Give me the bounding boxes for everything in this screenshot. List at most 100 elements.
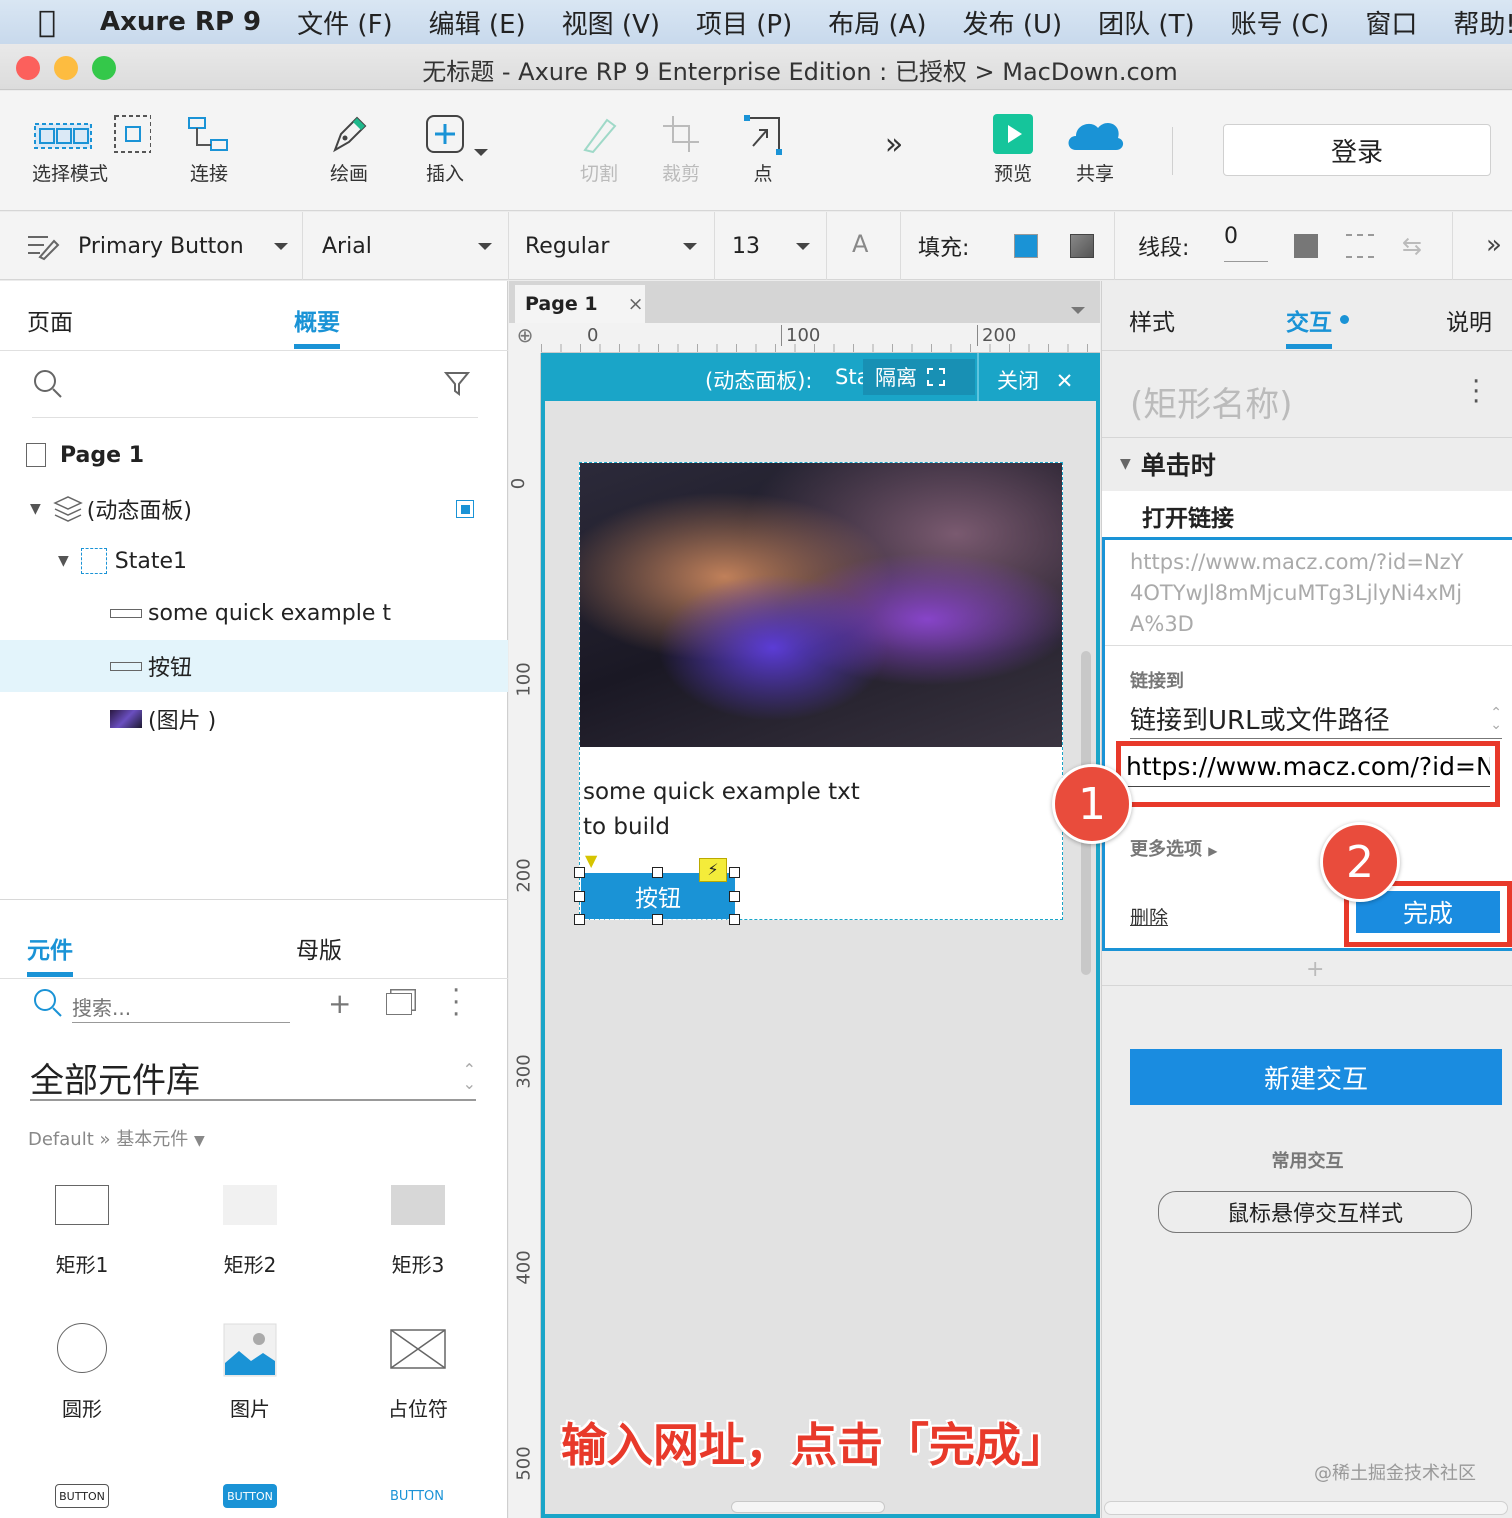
point-tool[interactable]: 点 (732, 109, 794, 186)
tab-style[interactable]: 样式 (1129, 303, 1175, 337)
apple-icon[interactable]:  (0, 5, 82, 40)
more-tools-button[interactable]: » (872, 127, 916, 162)
select-mode-tool[interactable]: 选择模式 (22, 109, 158, 186)
add-action-icon[interactable]: + (1306, 957, 1324, 982)
font-size-select[interactable]: 13 (732, 212, 810, 280)
tree-item-state1[interactable]: ▼ State1 (0, 535, 508, 587)
tree-item-page1[interactable]: Page 1 (0, 429, 508, 481)
link-target-select[interactable]: 链接到URL或文件路径 ⌃ ⌄ (1130, 699, 1502, 739)
shape-name-field[interactable]: (矩形名称) (1130, 377, 1293, 426)
resize-handle[interactable] (574, 891, 585, 902)
horizontal-scrollbar[interactable] (1104, 1501, 1508, 1515)
new-interaction-button[interactable]: 新建交互 (1130, 1049, 1502, 1105)
action-title[interactable]: 打开链接 (1142, 499, 1234, 533)
widget-button[interactable]: BUTTON (55, 1484, 109, 1508)
card-text[interactable]: some quick example txt to build (583, 775, 860, 845)
search-icon[interactable] (32, 987, 64, 1019)
resize-handle[interactable] (729, 914, 740, 925)
cut-tool[interactable]: 切割 (568, 109, 630, 186)
menu-edit[interactable]: 编辑 (E) (411, 4, 544, 41)
draw-tool[interactable]: 绘画 (318, 109, 380, 186)
close-window-button[interactable] (16, 56, 40, 80)
preview-tool[interactable]: 预览 (982, 109, 1044, 186)
horizontal-scrollbar[interactable] (731, 1501, 885, 1513)
menu-view[interactable]: 视图 (V) (544, 4, 678, 41)
search-icon[interactable] (32, 368, 64, 400)
tree-item-dynamic-panel[interactable]: ▼ (动态面板) (0, 483, 508, 535)
delete-link[interactable]: 删除 (1130, 903, 1168, 930)
card-image[interactable] (580, 463, 1062, 747)
menu-window[interactable]: 窗口 (1347, 4, 1435, 41)
state-icon (80, 548, 107, 574)
tree-item-button[interactable]: 按钮 (0, 640, 508, 692)
tab-widgets[interactable]: 元件 (27, 931, 73, 977)
font-family-select[interactable]: Arial (322, 212, 492, 280)
tab-label: Page 1 (525, 293, 598, 315)
tab-notes[interactable]: 说明 (1446, 303, 1492, 337)
close-panel-button[interactable]: 关闭 ✕ (997, 365, 1073, 395)
tab-masters[interactable]: 母版 (296, 931, 342, 965)
resize-handle[interactable] (652, 914, 663, 925)
resize-handle[interactable] (574, 867, 585, 878)
shadow-swatch[interactable] (1070, 234, 1094, 258)
line-color-swatch[interactable] (1294, 234, 1318, 258)
widget-search-input[interactable] (72, 993, 290, 1023)
tab-pages[interactable]: 页面 (27, 303, 73, 337)
font-color-button[interactable]: A (852, 212, 868, 280)
menu-project[interactable]: 项目 (P) (678, 4, 810, 41)
font-weight-select[interactable]: Regular (525, 212, 697, 280)
library-breadcrumb[interactable]: Default » 基本元件 ▼ (28, 1125, 205, 1151)
arrow-style-icon[interactable]: ⇆ (1402, 232, 1422, 260)
filter-icon[interactable] (444, 370, 474, 398)
panel-state-select[interactable]: State1 (835, 365, 863, 389)
tab-page1[interactable]: Page 1 × (515, 285, 645, 323)
tree-item-text[interactable]: some quick example t (0, 587, 508, 639)
menu-help[interactable]: 帮助! (1435, 4, 1512, 41)
insert-tool[interactable]: 插入 (414, 109, 476, 186)
menu-file[interactable]: 文件 (F) (279, 4, 411, 41)
connect-tool[interactable]: 连接 (178, 109, 240, 186)
hover-style-button[interactable]: 鼠标悬停交互样式 (1158, 1191, 1472, 1233)
more-menu-icon[interactable]: · · · (452, 978, 460, 1028)
fill-color-swatch[interactable] (1014, 234, 1038, 258)
more-style-icon[interactable]: » (1486, 230, 1502, 260)
collapse-arrow-icon[interactable]: ▼ (30, 501, 41, 517)
more-menu-icon[interactable]: · · · (1472, 369, 1480, 415)
insert-dropdown-icon[interactable] (474, 141, 488, 160)
add-library-icon[interactable]: + (328, 987, 351, 1020)
more-options-link[interactable]: 更多选项 ▶ (1130, 835, 1218, 861)
style-selector[interactable]: Primary Button (26, 212, 288, 280)
widget-primary-button[interactable]: BUTTON (223, 1484, 277, 1508)
tab-interactions[interactable]: 交互 (1286, 303, 1332, 349)
menu-publish[interactable]: 发布 (U) (945, 4, 1081, 41)
app-menu[interactable]: Axure RP 9 (82, 7, 279, 37)
collapse-arrow-icon[interactable]: ▼ (1120, 456, 1131, 472)
minimize-window-button[interactable] (54, 56, 78, 80)
panel-visibility-icon[interactable] (456, 500, 474, 518)
tree-item-image[interactable]: (图片 ) (0, 693, 508, 745)
menu-layout[interactable]: 布局 (A) (810, 4, 944, 41)
library-select[interactable]: 全部元件库 ⌃ ⌄ (30, 1055, 476, 1101)
resize-handle[interactable] (729, 891, 740, 902)
ruler-corner[interactable]: ⊕ (509, 323, 541, 353)
lightning-icon[interactable]: ⚡ (699, 858, 727, 882)
resize-handle[interactable] (574, 914, 585, 925)
collapse-arrow-icon[interactable]: ▼ (58, 553, 69, 569)
line-pattern-icon[interactable] (1346, 234, 1374, 258)
tab-outline[interactable]: 概要 (294, 303, 340, 349)
close-tab-icon[interactable]: × (628, 293, 644, 315)
isolate-button[interactable]: 隔离 (863, 359, 975, 395)
resize-handle[interactable] (652, 867, 663, 878)
tabs-dropdown-icon[interactable] (1071, 299, 1085, 318)
resize-handle[interactable] (729, 867, 740, 878)
zoom-window-button[interactable] (92, 56, 116, 80)
share-tool[interactable]: 共享 (1062, 109, 1128, 186)
crop-tool[interactable]: 裁剪 (650, 109, 712, 186)
library-options-icon[interactable] (386, 993, 412, 1015)
login-button[interactable]: 登录 (1223, 124, 1491, 176)
menu-team[interactable]: 团队 (T) (1080, 4, 1212, 41)
menu-account[interactable]: 账号 (C) (1213, 4, 1348, 41)
widget-link-button[interactable]: BUTTON (384, 1484, 450, 1508)
line-width-input[interactable]: 0 (1224, 212, 1268, 262)
event-row[interactable]: ▼ 单击时 (1102, 438, 1512, 490)
